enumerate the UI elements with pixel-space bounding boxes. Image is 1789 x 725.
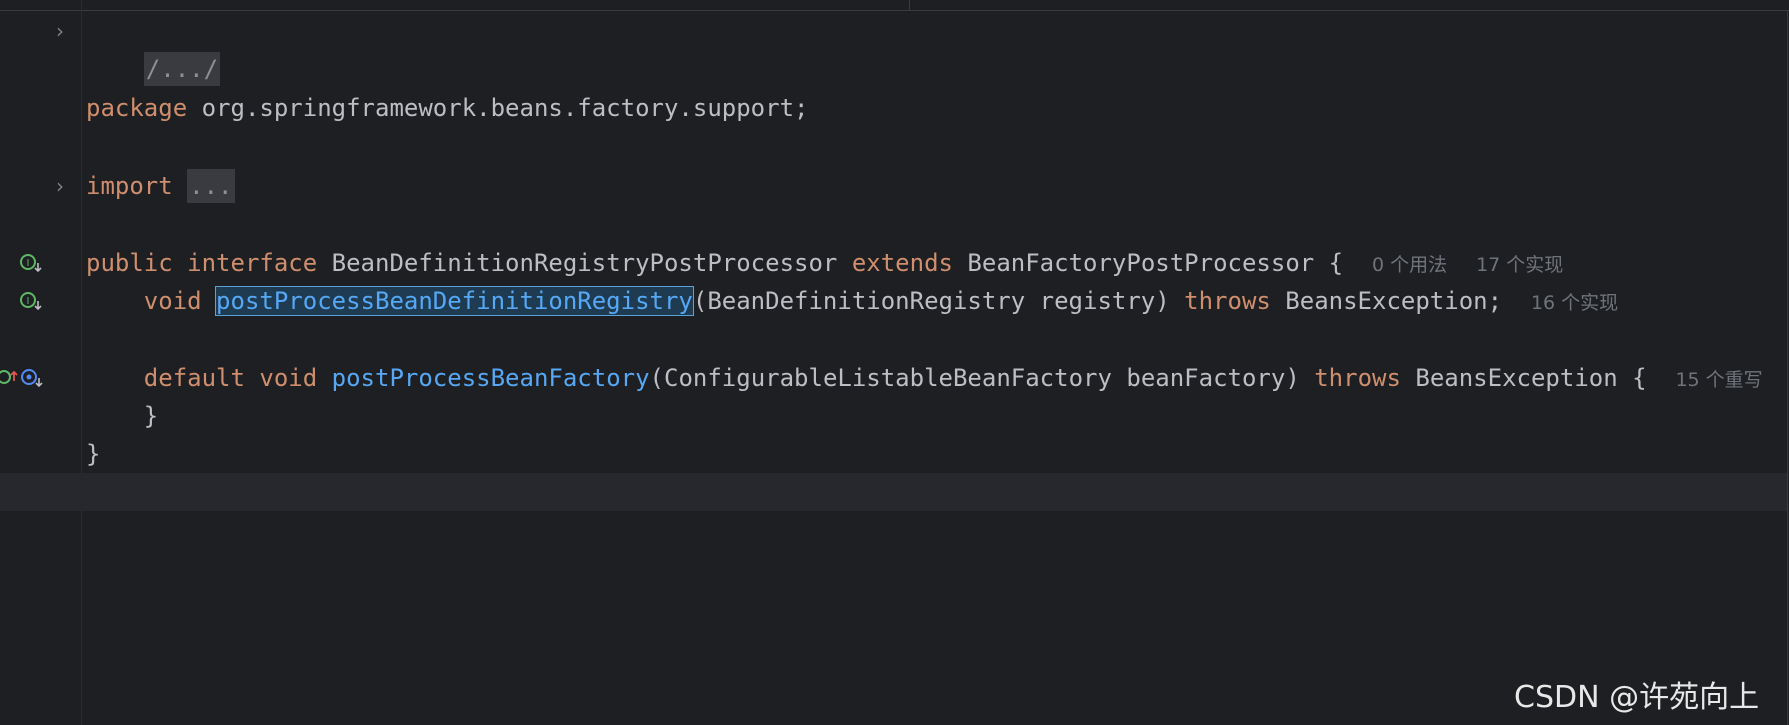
interface-name[interactable]: BeanDefinitionRegistryPostProcessor: [317, 249, 852, 277]
code-line-method-registry[interactable]: void postProcessBeanDefinitionRegistry(B…: [86, 282, 1618, 320]
code-line-method-bean-factory[interactable]: default void postProcessBeanFactory(Conf…: [86, 359, 1763, 397]
gutter-divider: [81, 0, 82, 725]
chevron-right-icon[interactable]: ›: [52, 167, 68, 205]
code-line-interface-close[interactable]: }: [86, 435, 100, 473]
keyword-throws: throws: [1314, 364, 1401, 392]
code-line-imports[interactable]: import ...: [86, 167, 235, 205]
keyword-default: default: [143, 364, 245, 392]
overrides-hint[interactable]: 15 个重写: [1675, 369, 1762, 391]
closing-brace: }: [86, 440, 101, 468]
keyword-void: void: [259, 364, 318, 392]
code-line-method-close[interactable]: }: [86, 397, 158, 435]
exception-type[interactable]: BeansException {: [1401, 364, 1646, 392]
keyword-public: public: [86, 249, 173, 277]
super-interface-name[interactable]: BeanFactoryPostProcessor {: [953, 249, 1343, 277]
chevron-right-icon[interactable]: ›: [52, 12, 68, 50]
svg-text:I: I: [27, 296, 30, 307]
usages-hint[interactable]: 0 个用法: [1372, 254, 1447, 276]
selected-method-name[interactable]: postProcessBeanDefinitionRegistry: [215, 286, 694, 316]
watermark: CSDN @许苑向上: [1514, 680, 1760, 715]
exception-type[interactable]: BeansException;: [1271, 287, 1502, 315]
code-editor[interactable]: › › I I /.../ package org.springframewor…: [0, 0, 1789, 725]
folded-header-comment[interactable]: /.../: [143, 52, 221, 86]
implementations-hint[interactable]: 16 个实现: [1531, 292, 1618, 314]
interface-implemented-icon[interactable]: I: [17, 282, 43, 320]
keyword-interface: interface: [187, 249, 318, 277]
code-line-header-comment[interactable]: /.../: [86, 12, 221, 86]
method-params: (ConfigurableListableBeanFactory beanFac…: [649, 364, 1315, 392]
implementations-hint[interactable]: 17 个实现: [1476, 254, 1563, 276]
package-name: org.springframework.beans.factory.suppor…: [187, 94, 809, 122]
keyword-package: package: [86, 94, 188, 122]
keyword-void: void: [143, 287, 202, 315]
keyword-extends: extends: [851, 249, 953, 277]
method-overridden-icon[interactable]: [19, 359, 45, 397]
closing-brace: }: [143, 402, 159, 430]
editor-right-border: [1787, 10, 1788, 725]
method-name[interactable]: postProcessBeanFactory: [332, 364, 650, 392]
method-params: (BeanDefinitionRegistry registry): [692, 287, 1185, 315]
interface-implemented-icon[interactable]: I: [17, 244, 43, 282]
svg-text:I: I: [27, 258, 30, 269]
code-line-interface-declaration[interactable]: public interface BeanDefinitionRegistryP…: [86, 244, 1563, 282]
current-line-highlight: [0, 473, 1787, 511]
keyword-throws: throws: [1184, 287, 1271, 315]
editor-top-border: [0, 10, 1789, 11]
editor-split-divider: [909, 0, 910, 11]
code-line-package[interactable]: package org.springframework.beans.factor…: [86, 89, 808, 127]
keyword-import: import: [86, 172, 173, 200]
folded-imports[interactable]: ...: [187, 169, 235, 203]
